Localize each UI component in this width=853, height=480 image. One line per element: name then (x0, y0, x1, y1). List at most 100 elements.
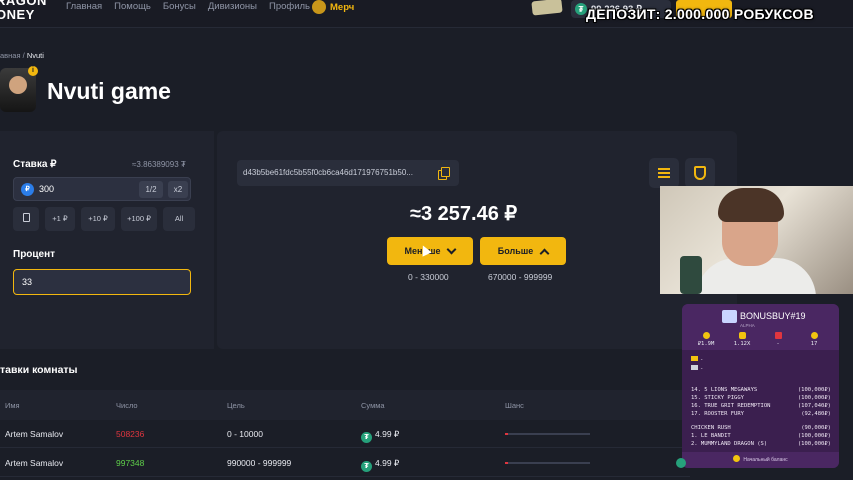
menu-icon (658, 168, 670, 178)
bonus-game-name: 14. 5 LIONS MEGAWAYS (691, 387, 758, 393)
percent-input[interactable]: 33 (13, 269, 191, 295)
info-icon[interactable]: i (28, 66, 38, 76)
more-range: 670000 - 999999 (488, 272, 553, 282)
bonus-footer-label: Начальный баланс (743, 457, 788, 463)
row-amount-value: 4.99 ₽ (375, 458, 400, 468)
chance-bar-fill (505, 462, 508, 464)
bonus-game-value: (92,480₽) (801, 411, 831, 417)
copy-icon[interactable] (438, 167, 450, 180)
nav-link-divisions[interactable]: Дивизионы (208, 0, 257, 14)
merch-label: Мерч (330, 1, 355, 13)
row-number: 508236 (116, 429, 145, 439)
add-10-button[interactable]: +10 ₽ (81, 207, 115, 231)
bonus-game-name: 17. ROOSTER FURY (691, 411, 744, 417)
game-hash: d43b5be61fdc5b55f0cb6ca46d171976751b50..… (237, 160, 459, 186)
webcam-background-object (680, 256, 702, 294)
nav-link-merch[interactable]: Мерч (312, 0, 354, 14)
nav-link-bonuses[interactable]: Бонусы (163, 0, 196, 14)
bonus-subtitle: ALPHA (740, 323, 755, 328)
row-amount: ₮ 4.99 ₽ (361, 429, 399, 443)
tether-icon: ₮ (361, 461, 372, 472)
bonus-stat-multiplier: 1.12X (724, 332, 760, 347)
webcam-overlay (660, 186, 853, 294)
chance-bar-fill (505, 433, 508, 435)
bonus-game-value: (100,000₽) (797, 387, 831, 393)
tether-icon (676, 458, 686, 468)
fairness-button[interactable] (685, 158, 715, 188)
breadcrumb-parent[interactable]: авная (0, 51, 21, 60)
more-button-label: Больше (497, 246, 534, 256)
crown-line: - (700, 357, 704, 363)
nav-link-profile[interactable]: Профиль (269, 0, 310, 14)
coin-icon (733, 455, 741, 462)
bonus-crowns: - - (691, 356, 703, 374)
clear-bet-button[interactable] (13, 207, 39, 231)
all-in-button[interactable]: All (163, 207, 195, 231)
bonus-game-name: 2. MUMMYLAND DRAGON (S) (691, 441, 768, 447)
trash-icon (22, 213, 30, 222)
nav-link-help[interactable]: Помощь (114, 0, 151, 14)
ruble-coin-icon: ₽ (21, 183, 34, 196)
star-icon (810, 332, 818, 339)
webcam-person-hair (718, 188, 784, 222)
breadcrumb-current: Nvuti (26, 51, 44, 60)
bets-table: Имя Число Цель Сумма Шанс Artem Samalov … (0, 390, 690, 480)
bet-label: Ставка ₽ (13, 159, 57, 170)
row-name: Artem Samalov (5, 429, 64, 439)
half-bet-button[interactable]: 1/2 (139, 181, 163, 198)
page-title: Nvuti game (47, 78, 171, 104)
bonusbuy-overlay: BONUSBUY#19 ALPHA ₽1.9M 1.12X - 17 - - 1… (682, 304, 839, 468)
cross-icon (774, 332, 782, 339)
percent-label: Процент (13, 249, 56, 260)
bonus-stat-best: - (760, 332, 796, 347)
bonus-stat-count-value: 17 (810, 341, 818, 347)
crown-icon (691, 365, 698, 370)
list-item: 14. 5 LIONS MEGAWAYS (100,000₽) (691, 386, 831, 394)
bonus-stat-count: 17 (796, 332, 832, 347)
nav-link-home[interactable]: Главная (66, 0, 102, 14)
chevron-up-icon (539, 248, 550, 258)
menu-button[interactable] (649, 158, 679, 188)
col-target: Цель (227, 401, 245, 410)
row-name: Artem Samalov (5, 458, 64, 468)
deposit-banner: ДЕПОЗИТ: 2.000.000 РОБУКСОВ (586, 6, 814, 22)
shield-icon (694, 166, 706, 180)
row-amount-value: 4.99 ₽ (375, 429, 400, 439)
table-row[interactable]: Artem Samalov 508236 0 - 10000 ₮ 4.99 ₽ (0, 420, 690, 448)
bonus-game-name: CHICKEN RUSH (691, 425, 731, 431)
bonus-game-name: 1. LE BANDIT (691, 433, 731, 439)
table-row[interactable]: Artem Samalov 997348 990000 - 999999 ₮ 4.… (0, 449, 690, 477)
coin-icon (702, 332, 710, 339)
list-item: 17. ROOSTER FURY (92,480₽) (691, 410, 831, 418)
row-amount: ₮ 4.99 ₽ (361, 458, 399, 472)
bet-amount-value: 300 (39, 184, 55, 194)
site-logo[interactable]: RAGON ONEY (0, 0, 47, 22)
bet-amount-input[interactable]: ₽ 300 1/2 x2 (13, 177, 191, 201)
row-target: 0 - 10000 (227, 429, 263, 439)
add-1-button[interactable]: +1 ₽ (45, 207, 75, 231)
bonus-header: BONUSBUY#19 ALPHA ₽1.9M 1.12X - 17 (682, 304, 839, 350)
double-bet-button[interactable]: x2 (168, 181, 188, 198)
multiplier-icon (738, 332, 746, 339)
add-100-button[interactable]: +100 ₽ (121, 207, 157, 231)
bonus-logo-icon (722, 310, 737, 323)
chance-bar (505, 433, 590, 435)
breadcrumb: авная / Nvuti (0, 51, 44, 60)
table-header: Имя Число Цель Сумма Шанс (0, 390, 690, 420)
list-item: 2. MUMMYLAND DRAGON (S) (100,000₽) (691, 440, 831, 448)
bet-crypto-hint: ≈3.86389093 ₮ (132, 160, 186, 169)
col-amount: Сумма (361, 401, 385, 410)
bonus-game-name: 16. TRUE GRIT REDEMPTION (691, 403, 771, 409)
col-number: Число (116, 401, 138, 410)
more-button[interactable]: Больше (480, 237, 566, 265)
bonus-game-value: (90,000₽) (801, 425, 831, 431)
room-bets-title: тавки комнаты (0, 364, 78, 376)
crown-icon (691, 356, 698, 361)
bonus-game-name: 15. STICKY PIGGY (691, 395, 744, 401)
bonus-stat-best-value: - (776, 341, 780, 347)
list-item: 16. TRUE GRIT REDEMPTION (107,040₽) (691, 402, 831, 410)
bonus-stat-balance-value: ₽1.9M (697, 341, 715, 347)
list-item: 1. LE BANDIT (100,000₽) (691, 432, 831, 440)
row-number: 997348 (116, 458, 145, 468)
bonus-game-list: 14. 5 LIONS MEGAWAYS (100,000₽) 15. STICK… (691, 386, 831, 448)
